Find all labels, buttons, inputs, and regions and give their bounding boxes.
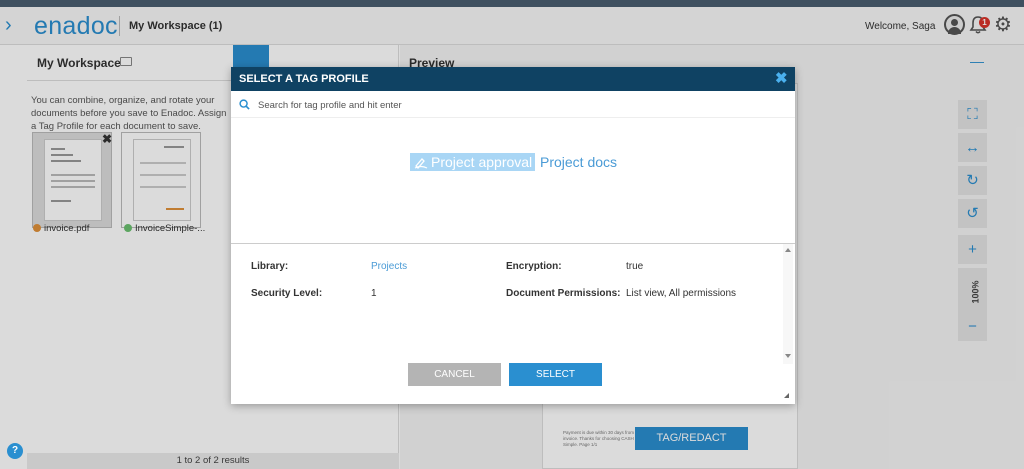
tag-profile-search <box>231 91 795 118</box>
tag-profile-search-input[interactable] <box>258 97 758 113</box>
scroll-down-arrow-icon[interactable] <box>785 354 791 358</box>
signature-icon <box>414 158 428 169</box>
resize-grip-icon[interactable] <box>784 393 789 398</box>
security-level-label: Security Level: <box>251 288 323 299</box>
document-permissions-value: List view, All permissions <box>626 288 737 299</box>
profile-chip-project-approval[interactable]: Project approval <box>410 153 536 171</box>
details-scrollbar[interactable] <box>783 244 793 364</box>
encryption-label: Encryption: <box>506 261 562 272</box>
select-button[interactable]: SELECT <box>509 363 602 386</box>
tag-profile-dialog: SELECT A TAG PROFILE ✖ Project approval … <box>231 67 795 404</box>
search-icon <box>239 99 250 110</box>
security-level-value: 1 <box>371 288 377 299</box>
scroll-up-arrow-icon[interactable] <box>785 248 791 252</box>
library-label: Library: <box>251 261 289 272</box>
tag-profile-list: Project approval Project docs <box>231 118 795 244</box>
cancel-button[interactable]: CANCEL <box>408 363 501 386</box>
library-value[interactable]: Projects <box>371 261 407 272</box>
profile-chip-project-docs[interactable]: Project docs <box>540 153 617 171</box>
dialog-header: SELECT A TAG PROFILE ✖ <box>231 67 795 91</box>
document-permissions-label: Document Permissions: <box>506 288 621 299</box>
profile-details: Library: Projects Encryption: true Secur… <box>231 244 781 363</box>
help-icon[interactable]: ? <box>7 443 23 459</box>
close-dialog-icon[interactable]: ✖ <box>775 70 788 87</box>
encryption-value: true <box>626 261 644 272</box>
dialog-title: SELECT A TAG PROFILE <box>239 73 369 85</box>
